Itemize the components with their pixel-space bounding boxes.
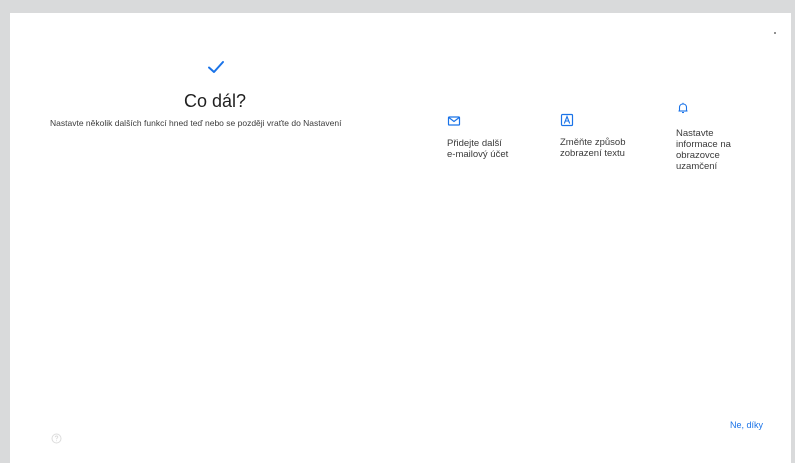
envelope-icon	[447, 116, 461, 126]
no-thanks-button[interactable]: Ne, díky	[730, 420, 763, 430]
status-dot	[774, 32, 776, 34]
text-display-icon	[560, 113, 574, 127]
add-email-account-label: Přidejte další e-mailový účet	[447, 138, 509, 160]
change-text-display-option[interactable]: Změňte způsob zobrazení textu	[560, 113, 650, 159]
lock-screen-info-label: Nastavte informace na obrazovce uzamčení	[676, 128, 731, 172]
lock-screen-info-option[interactable]: Nastavte informace na obrazovce uzamčení	[676, 101, 766, 172]
change-text-display-label: Změňte způsob zobrazení textu	[560, 137, 626, 159]
add-email-account-option[interactable]: Přidejte další e-mailový účet	[447, 114, 537, 160]
setup-screen: Co dál? Nastavte několik dalších funkcí …	[10, 13, 791, 463]
bell-icon	[678, 102, 688, 114]
checkmark-icon	[208, 61, 224, 73]
page-title: Co dál?	[183, 91, 247, 111]
page-subtitle: Nastavte několik dalších funkcí hned teď…	[50, 118, 342, 128]
help-icon[interactable]	[51, 433, 62, 444]
